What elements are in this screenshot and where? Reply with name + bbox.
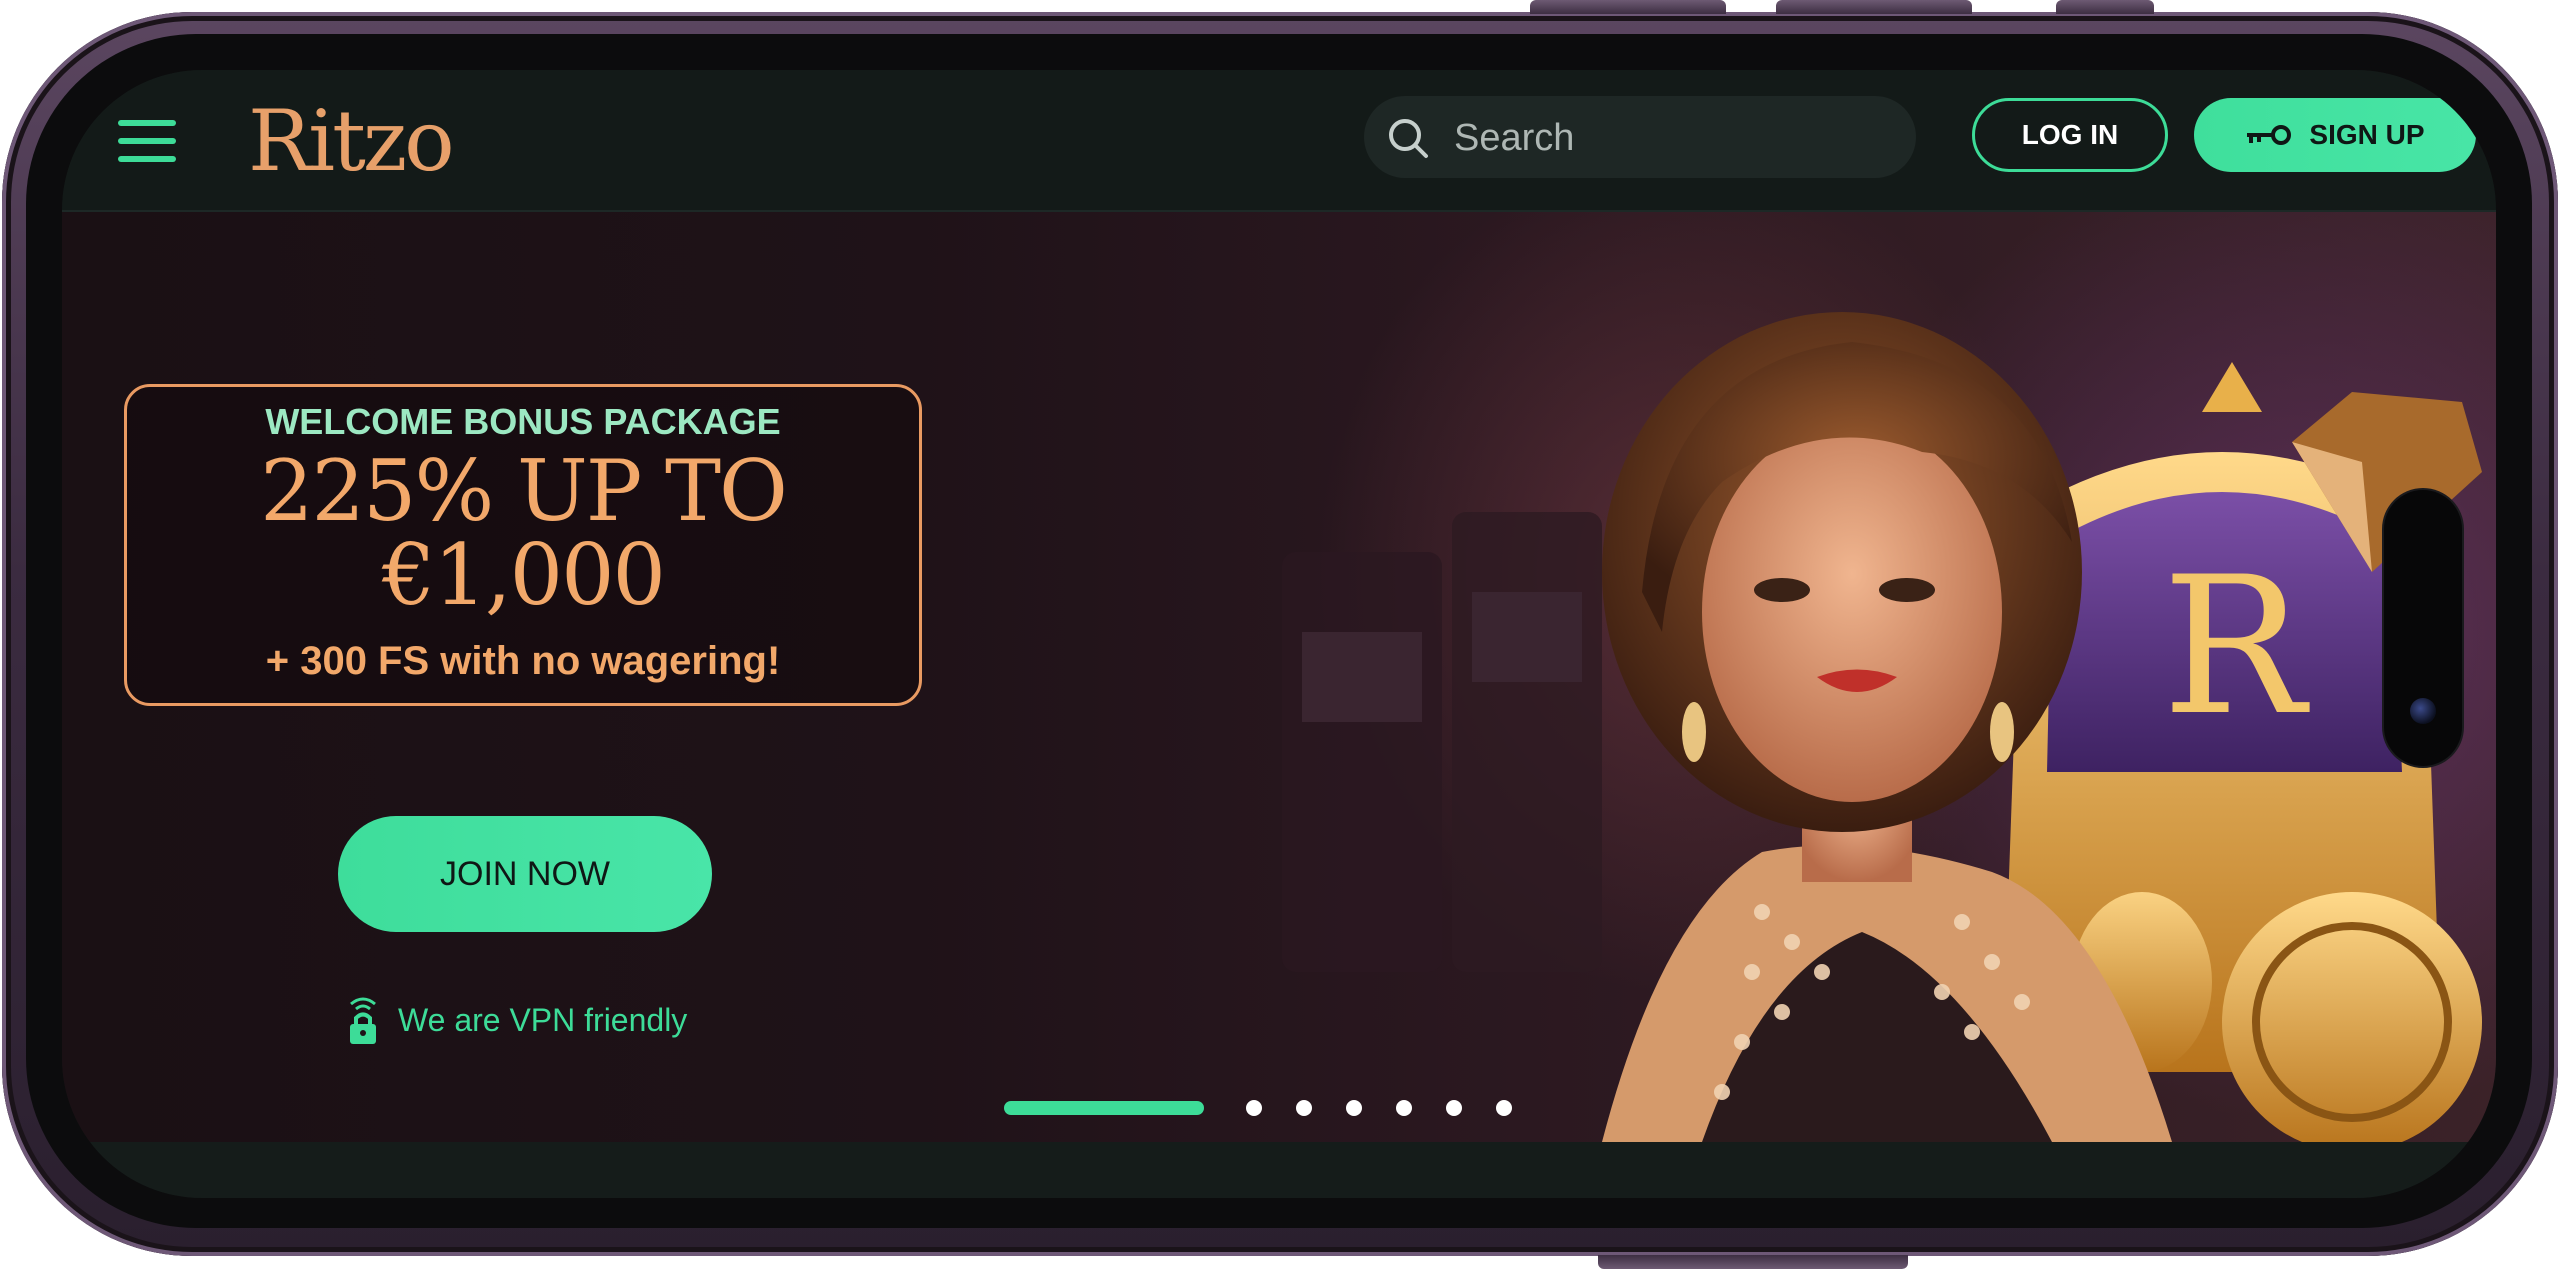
site-header: Ritzo LOG IN SIGN UP: [62, 70, 2496, 212]
login-button[interactable]: LOG IN: [1972, 98, 2168, 172]
bonus-title: WELCOME BONUS PACKAGE: [265, 401, 781, 442]
carousel-dot-active[interactable]: [1004, 1101, 1204, 1115]
lock-wifi-icon: [350, 997, 376, 1044]
phone-side-button: [1776, 0, 1972, 14]
bottom-bar: [62, 1142, 2496, 1198]
phone-power-button: [1598, 1255, 1908, 1269]
carousel-dot[interactable]: [1446, 1100, 1462, 1116]
phone-side-button: [2056, 0, 2154, 14]
join-now-button[interactable]: JOIN NOW: [338, 816, 712, 932]
carousel-dot[interactable]: [1296, 1100, 1312, 1116]
vpn-text: We are VPN friendly: [398, 1001, 688, 1038]
phone-screen: Ritzo LOG IN SIGN UP: [62, 70, 2496, 1198]
carousel-dot[interactable]: [1496, 1100, 1512, 1116]
camera-lens: [2410, 698, 2436, 724]
key-icon: [2247, 125, 2292, 145]
bonus-subtitle: + 300 FS with no wagering!: [265, 639, 781, 683]
search-icon: [1389, 119, 1428, 158]
bonus-amount: 225% UP TO €1,000: [260, 442, 788, 624]
menu-icon[interactable]: [118, 120, 176, 162]
front-camera: [2384, 490, 2462, 766]
site-logo[interactable]: Ritzo: [248, 92, 455, 190]
carousel-dot[interactable]: [1346, 1100, 1362, 1116]
vpn-friendly-note: We are VPN friendly: [346, 992, 687, 1048]
search-input[interactable]: [1452, 106, 1886, 170]
signup-label: SIGN UP: [2309, 119, 2425, 150]
carousel-dot[interactable]: [1396, 1100, 1412, 1116]
welcome-bonus-card: WELCOME BONUS PACKAGE 225% UP TO €1,000 …: [124, 384, 922, 706]
hero-banner[interactable]: R WELCOME BONUS PACKAGE 225% UP TO €1,00…: [62, 212, 2496, 1142]
carousel-indicator: [1004, 1100, 1546, 1116]
svg-text:R: R: [2162, 536, 2310, 757]
carousel-dot[interactable]: [1246, 1100, 1262, 1116]
signup-button[interactable]: SIGN UP: [2194, 98, 2476, 172]
search-bar[interactable]: [1364, 96, 1916, 178]
phone-side-button: [1530, 0, 1726, 14]
